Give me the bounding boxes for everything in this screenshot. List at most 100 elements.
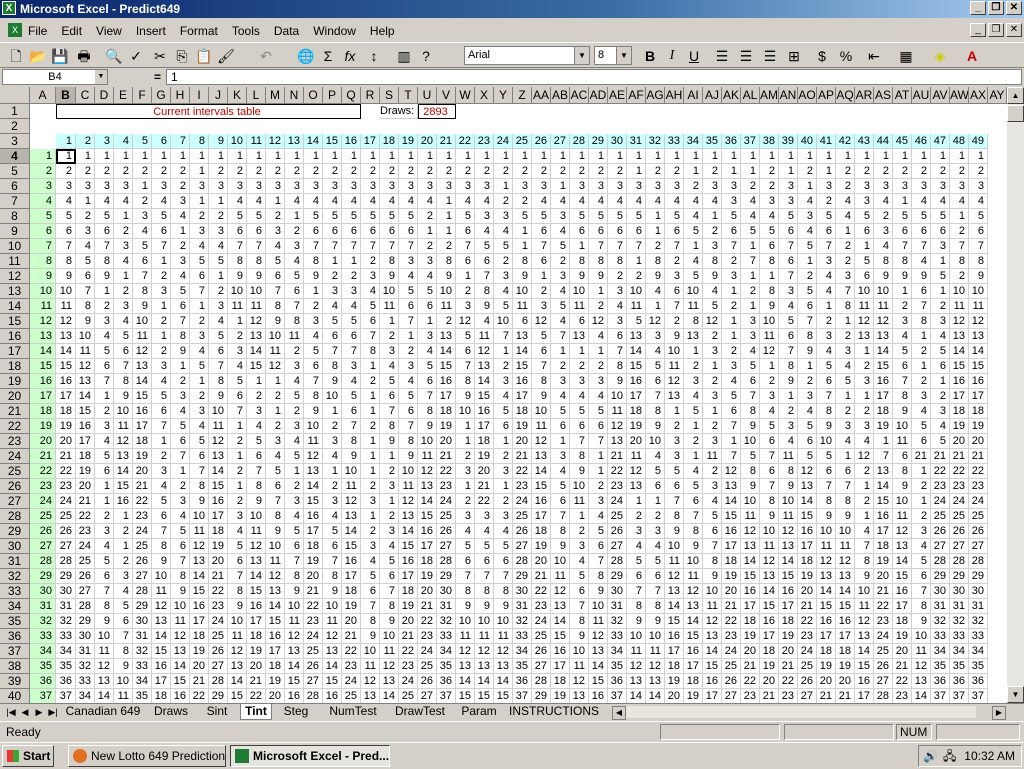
data-cell[interactable]: 11 [266,344,285,359]
data-cell[interactable]: 14 [247,569,266,584]
data-cell[interactable]: 16 [133,404,152,419]
data-cell[interactable]: 16 [874,509,893,524]
data-cell[interactable]: 20 [247,659,266,674]
data-cell[interactable]: 1 [798,149,817,164]
data-cell[interactable]: 3 [931,239,950,254]
data-cell[interactable]: 10 [969,284,988,299]
data-cell[interactable]: 2 [494,359,513,374]
data-cell[interactable]: 1 [532,269,551,284]
data-cell[interactable]: 8 [475,284,494,299]
data-cell[interactable]: 3 [323,434,342,449]
data-cell[interactable]: 4 [323,194,342,209]
data-cell[interactable]: 1 [722,149,741,164]
data-cell[interactable]: 5 [152,389,171,404]
data-cell[interactable]: 10 [456,404,475,419]
data-cell[interactable]: 21 [817,689,836,704]
data-cell[interactable]: 2 [836,179,855,194]
data-cell[interactable]: 7 [532,359,551,374]
data-cell[interactable]: 26 [931,524,950,539]
hscroll-right-icon[interactable]: ▶ [992,706,1006,720]
data-cell[interactable]: 7 [532,239,551,254]
data-cell[interactable]: 25 [76,554,95,569]
data-cell[interactable]: 8 [589,569,608,584]
data-cell[interactable]: 21 [190,674,209,689]
data-cell[interactable]: 2 [247,389,266,404]
data-cell[interactable]: 13 [703,629,722,644]
data-cell[interactable]: 2 [627,509,646,524]
data-cell[interactable]: 15 [475,689,494,704]
data-cell[interactable]: 2 [798,164,817,179]
data-cell[interactable]: 12 [247,539,266,554]
column-header[interactable]: F [133,87,152,104]
data-cell[interactable]: 22 [418,614,437,629]
data-cell[interactable]: 5 [285,269,304,284]
data-cell[interactable]: 6 [304,359,323,374]
data-cell[interactable]: 1 [456,269,475,284]
data-cell[interactable]: 8 [950,254,969,269]
data-cell[interactable]: 17 [418,539,437,554]
data-cell[interactable]: 5 [570,569,589,584]
data-cell[interactable]: 14 [950,344,969,359]
data-cell[interactable]: 2 [456,284,475,299]
data-cell[interactable]: 6 [760,434,779,449]
data-cell[interactable]: 36 [513,674,532,689]
row-header[interactable]: 19 [0,374,30,389]
data-cell[interactable]: 4 [361,284,380,299]
data-cell[interactable]: 4 [646,344,665,359]
data-cell[interactable]: 13 [912,674,931,689]
data-cell[interactable]: 12 [475,644,494,659]
data-cell[interactable]: 1 [627,494,646,509]
data-cell[interactable]: 35 [133,689,152,704]
data-cell[interactable]: 16 [969,374,988,389]
open-icon[interactable]: 📂 [28,46,48,66]
data-cell[interactable]: 13 [95,674,114,689]
data-cell[interactable]: 6 [95,464,114,479]
data-cell[interactable]: 4 [418,194,437,209]
data-cell[interactable]: 19 [190,644,209,659]
data-cell[interactable]: 6 [228,554,247,569]
data-cell[interactable]: 19 [874,419,893,434]
data-cell[interactable]: 24 [722,644,741,659]
data-cell[interactable]: 1 [437,149,456,164]
data-cell[interactable]: 6 [817,224,836,239]
data-cell[interactable]: 16 [551,644,570,659]
data-cell[interactable]: 33 [513,629,532,644]
data-cell[interactable]: 2 [817,194,836,209]
data-cell[interactable]: 8 [665,509,684,524]
data-cell[interactable]: 5 [931,434,950,449]
data-cell[interactable]: 3 [190,404,209,419]
data-cell[interactable]: 28 [532,674,551,689]
data-cell[interactable]: 2 [152,164,171,179]
font-size-box[interactable]: 8 ▼ [594,46,632,65]
data-cell[interactable]: 16 [627,374,646,389]
data-cell[interactable]: 7 [779,239,798,254]
data-cell[interactable]: 12 [703,614,722,629]
data-cell[interactable]: 4 [684,389,703,404]
data-cell[interactable]: 5 [912,419,931,434]
data-cell[interactable]: 8 [342,434,361,449]
data-cell[interactable]: 3 [380,524,399,539]
data-cell[interactable]: 9 [589,584,608,599]
row-header[interactable]: 21 [0,404,30,419]
data-cell[interactable]: 3 [399,359,418,374]
data-cell[interactable]: 14 [304,479,323,494]
data-cell[interactable]: 6 [190,449,209,464]
data-cell[interactable]: 4 [589,329,608,344]
data-cell[interactable]: 4 [399,194,418,209]
data-cell[interactable]: 1 [95,479,114,494]
data-cell[interactable]: 1 [798,359,817,374]
data-cell[interactable]: 9 [703,269,722,284]
menu-item-format[interactable]: Format [180,24,218,38]
data-cell[interactable]: 23 [874,614,893,629]
menu-item-view[interactable]: View [96,24,122,38]
data-cell[interactable]: 27 [722,689,741,704]
header-number-cell[interactable]: 44 [874,134,893,149]
data-cell[interactable]: 2 [456,164,475,179]
data-cell[interactable]: 17 [475,419,494,434]
data-cell[interactable]: 10 [684,284,703,299]
row-label-cell[interactable]: 4 [30,194,56,209]
data-cell[interactable]: 4 [190,239,209,254]
data-cell[interactable]: 2 [361,419,380,434]
data-cell[interactable]: 21 [56,449,76,464]
data-cell[interactable]: 1 [247,374,266,389]
